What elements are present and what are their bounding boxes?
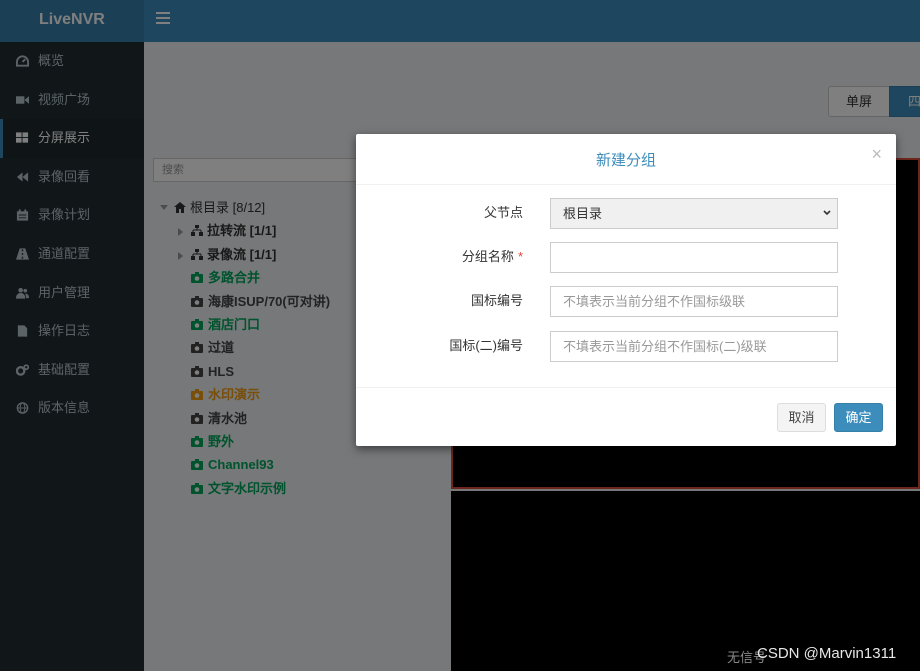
gb-code-input[interactable]: 不填表示当前分组不作国标级联: [550, 286, 838, 317]
group-name-input[interactable]: [550, 242, 838, 273]
form-row-gb2-code: 国标(二)编号 不填表示当前分组不作国标(二)级联: [356, 331, 896, 363]
gb-code-label: 国标编号: [470, 293, 523, 308]
required-mark: *: [517, 249, 523, 264]
chevron-down-icon: [823, 210, 831, 216]
form-row-name: 分组名称 *: [356, 242, 896, 274]
dialog-footer: 取消 确定: [356, 387, 896, 446]
dialog-header: 新建分组 ×: [356, 134, 896, 185]
dialog-title: 新建分组: [595, 152, 656, 169]
parent-node-select[interactable]: 根目录: [550, 198, 838, 229]
confirm-button[interactable]: 确定: [834, 403, 883, 432]
form-row-gb-code: 国标编号 不填表示当前分组不作国标级联: [356, 286, 896, 318]
gb2-code-input[interactable]: 不填表示当前分组不作国标(二)级联: [550, 331, 838, 362]
gb-code-placeholder: 不填表示当前分组不作国标级联: [563, 294, 746, 309]
group-name-label: 分组名称 *: [462, 242, 523, 272]
group-name-label-text: 分组名称: [461, 249, 514, 264]
gb2-code-placeholder: 不填表示当前分组不作国标(二)级联: [563, 339, 767, 354]
parent-node-value: 根目录: [563, 206, 603, 221]
cancel-button[interactable]: 取消: [777, 403, 826, 432]
gb2-code-label: 国标(二)编号: [449, 338, 523, 353]
parent-node-label: 父节点: [483, 205, 523, 220]
form-row-parent: 父节点 根目录: [356, 198, 896, 230]
new-group-dialog: 新建分组 × 父节点 根目录 分组名称 * 国标编号 不填表示当前分组不作国标级联…: [356, 134, 896, 446]
close-icon[interactable]: ×: [871, 145, 882, 163]
csdn-watermark: CSDN @Marvin1311: [757, 645, 897, 662]
